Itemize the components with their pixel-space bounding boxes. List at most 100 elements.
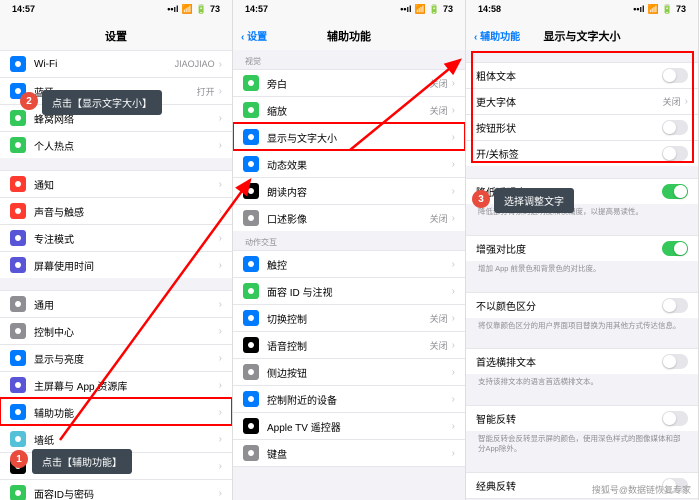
settings-row[interactable]: 墙纸› — [0, 425, 232, 452]
back-button[interactable]: ‹ 辅助功能 — [474, 28, 520, 43]
row-icon — [10, 431, 26, 447]
row-label: 声音与触感 — [34, 204, 219, 219]
row-label: 控制附近的设备 — [267, 392, 452, 407]
row-icon — [243, 391, 259, 407]
annotation-3: 选择调整文字 — [494, 188, 574, 213]
toggle[interactable] — [662, 354, 688, 369]
row-value: 关闭 — [430, 212, 448, 225]
settings-row[interactable]: 粗体文本 — [466, 62, 698, 88]
chevron-icon: › — [452, 186, 455, 197]
row-icon — [10, 110, 26, 126]
chevron-icon: › — [219, 179, 222, 190]
row-label: 显示与亮度 — [34, 351, 219, 366]
row-icon — [243, 129, 259, 145]
row-label: 首选横排文本 — [476, 354, 662, 369]
toggle[interactable] — [662, 184, 688, 199]
chevron-icon: › — [219, 86, 222, 97]
row-label: 辅助功能 — [34, 405, 219, 420]
settings-row[interactable]: 开/关标签 — [466, 140, 698, 166]
chevron-icon: › — [219, 326, 222, 337]
settings-row[interactable]: 键盘› — [233, 439, 465, 467]
settings-row[interactable]: 声音与触感› — [0, 197, 232, 224]
toggle[interactable] — [662, 411, 688, 426]
row-label: 开/关标签 — [476, 146, 662, 161]
settings-row[interactable]: 专注模式› — [0, 224, 232, 251]
settings-row[interactable]: 不以颜色区分 — [466, 292, 698, 318]
row-icon — [243, 283, 259, 299]
settings-row[interactable]: 侧边按钮› — [233, 358, 465, 385]
row-label: 个人热点 — [34, 138, 219, 153]
chevron-icon: › — [219, 488, 222, 499]
toggle[interactable] — [662, 120, 688, 135]
settings-row[interactable]: 更大字体关闭› — [466, 88, 698, 114]
settings-row[interactable]: 朗读内容› — [233, 177, 465, 204]
row-label: 专注模式 — [34, 231, 219, 246]
row-label: 智能反转 — [476, 411, 662, 426]
settings-row[interactable]: 显示与亮度› — [0, 344, 232, 371]
chevron-icon: › — [452, 340, 455, 351]
row-icon — [243, 418, 259, 434]
row-label: 更大字体 — [476, 94, 663, 109]
row-icon — [10, 230, 26, 246]
settings-row[interactable]: 控制附近的设备› — [233, 385, 465, 412]
back-button[interactable]: ‹ 设置 — [241, 28, 267, 43]
settings-row[interactable]: 切换控制关闭› — [233, 304, 465, 331]
row-icon — [243, 364, 259, 380]
status-bar: 14:57 ••ıl📶🔋73 — [0, 0, 232, 24]
group-header: 动作交互 — [233, 231, 465, 250]
settings-row[interactable]: 旁白关闭› — [233, 69, 465, 96]
row-icon — [10, 203, 26, 219]
settings-row[interactable]: 控制中心› — [0, 317, 232, 344]
settings-row[interactable]: 显示与文字大小› — [233, 123, 465, 150]
nav-title: ‹ 辅助功能 显示与文字大小 — [466, 24, 698, 50]
row-subtitle: 支持该排文本的语言首选横排文本。 — [466, 374, 698, 393]
screen-accessibility: 14:57 ••ıl📶🔋73 ‹ 设置 辅助功能 视觉旁白关闭›缩放关闭›显示与… — [233, 0, 466, 500]
row-icon — [243, 256, 259, 272]
settings-row[interactable]: 通知› — [0, 170, 232, 197]
toggle[interactable] — [662, 241, 688, 256]
badge-2: 2 — [20, 92, 38, 110]
settings-row[interactable]: 缩放关闭› — [233, 96, 465, 123]
settings-row[interactable]: 面容ID与密码› — [0, 479, 232, 500]
settings-row[interactable]: 语音控制关闭› — [233, 331, 465, 358]
settings-row[interactable]: 个人热点› — [0, 131, 232, 158]
row-label: 侧边按钮 — [267, 365, 452, 380]
group-header: 视觉 — [233, 50, 465, 69]
chevron-icon: › — [219, 380, 222, 391]
row-label: 主屏幕与 App 资源库 — [34, 378, 219, 393]
settings-row[interactable]: 辅助功能› — [0, 398, 232, 425]
toggle[interactable] — [662, 146, 688, 161]
settings-row[interactable]: Apple TV 遥控器› — [233, 412, 465, 439]
toggle[interactable] — [662, 298, 688, 313]
settings-row[interactable]: 动态效果› — [233, 150, 465, 177]
status-bar: 14:57 ••ıl📶🔋73 — [233, 0, 465, 24]
chevron-icon: › — [452, 421, 455, 432]
toggle[interactable] — [662, 68, 688, 83]
row-subtitle: 智能反转会反转显示屏的颜色，使用深色样式的图像媒体和部分App除外。 — [466, 431, 698, 460]
settings-row[interactable]: Wi-FiJIAOJIAO› — [0, 50, 232, 77]
row-label: 触控 — [267, 257, 452, 272]
row-value: 关闭 — [430, 104, 448, 117]
row-label: 切换控制 — [267, 311, 430, 326]
settings-row[interactable]: 按钮形状 — [466, 114, 698, 140]
settings-row[interactable]: 面容 ID 与注视› — [233, 277, 465, 304]
chevron-icon: › — [452, 394, 455, 405]
row-label: 口述影像 — [267, 211, 430, 226]
settings-row[interactable]: 触控› — [233, 250, 465, 277]
row-subtitle: 将仅靠颜色区分的用户界面项目替换为用其他方式传达信息。 — [466, 318, 698, 337]
settings-row[interactable]: 屏幕使用时间› — [0, 251, 232, 278]
settings-row[interactable]: 增强对比度 — [466, 235, 698, 261]
chevron-icon: › — [219, 407, 222, 418]
row-icon — [243, 445, 259, 461]
chevron-icon: › — [452, 159, 455, 170]
settings-row[interactable]: 主屏幕与 App 资源库› — [0, 371, 232, 398]
chevron-icon: › — [452, 213, 455, 224]
settings-row[interactable]: 通用› — [0, 290, 232, 317]
settings-row[interactable]: 首选横排文本 — [466, 348, 698, 374]
chevron-icon: › — [219, 59, 222, 70]
chevron-icon: › — [452, 105, 455, 116]
settings-row[interactable]: 口述影像关闭 › — [233, 204, 465, 231]
chevron-icon: › — [219, 260, 222, 271]
settings-row[interactable]: 智能反转 — [466, 405, 698, 431]
watermark: 搜狐号@数据链恢复专家 — [592, 483, 691, 496]
